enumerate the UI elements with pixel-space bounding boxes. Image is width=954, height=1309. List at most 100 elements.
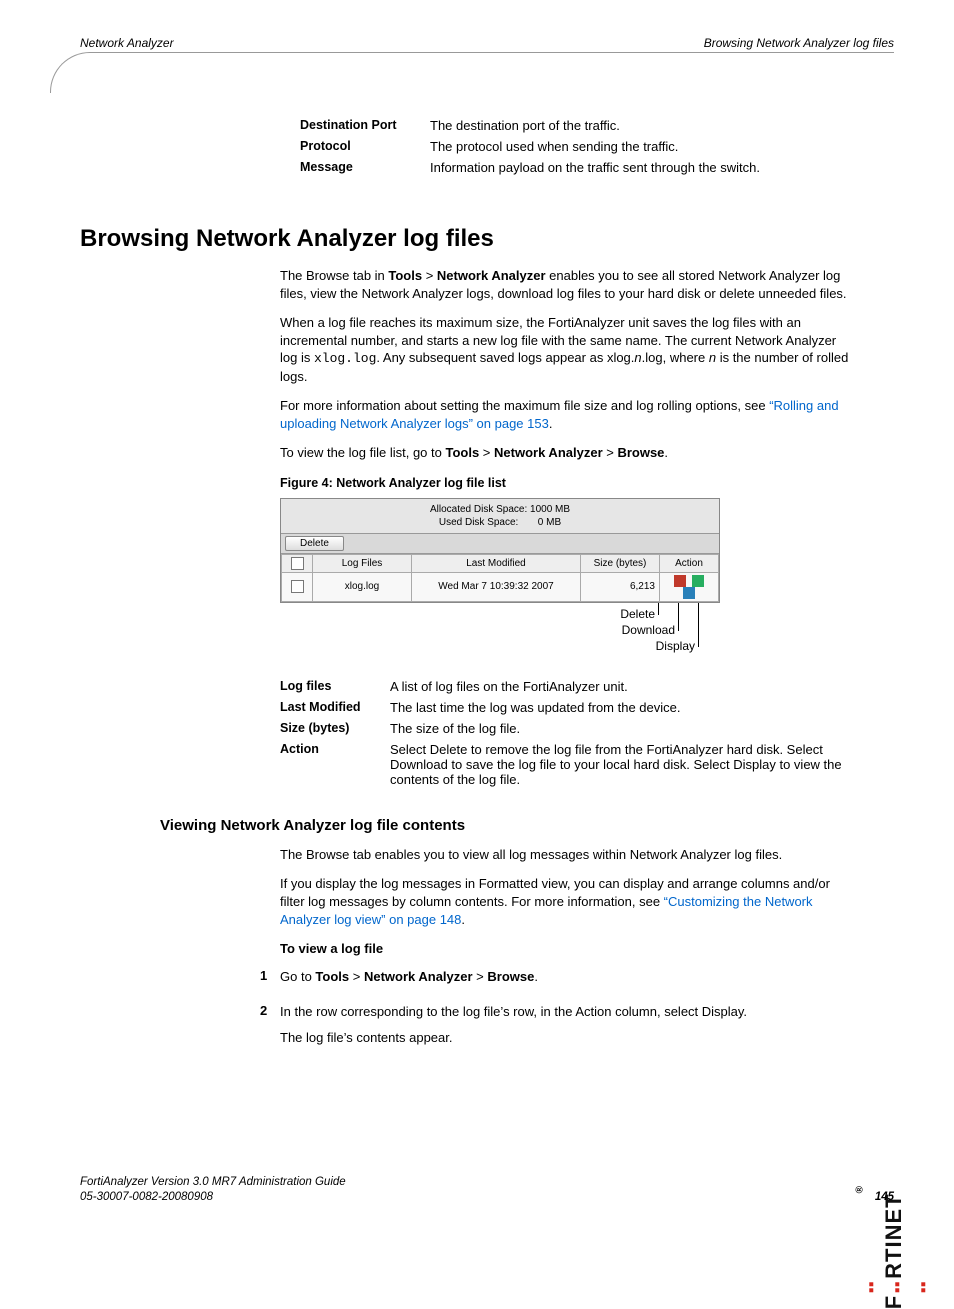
def-term: Size (bytes) xyxy=(280,721,390,736)
checkbox[interactable] xyxy=(291,580,304,593)
download-icon[interactable] xyxy=(692,575,704,587)
page-number: 145 xyxy=(875,1190,894,1205)
field-definitions-top: Destination Port The destination port of… xyxy=(300,118,854,175)
def-row: Protocol The protocol used when sending … xyxy=(300,139,854,154)
def-term: Destination Port xyxy=(300,118,430,133)
display-icon[interactable] xyxy=(683,587,695,599)
header-right: Browsing Network Analyzer log files xyxy=(704,36,894,50)
def-row: Log files A list of log files on the For… xyxy=(280,679,854,694)
cell-log-name: xlog.log xyxy=(313,572,412,601)
code-literal: xlog.log xyxy=(314,351,376,366)
step-body: Go to Tools > Network Analyzer > Browse. xyxy=(280,968,854,994)
text: . xyxy=(461,912,465,927)
def-term: Protocol xyxy=(300,139,430,154)
breadcrumb-part: Tools xyxy=(445,445,479,460)
text: > xyxy=(422,268,437,283)
procedure-heading: To view a log file xyxy=(280,940,854,958)
breadcrumb-part: Tools xyxy=(315,969,349,984)
breadcrumb-part: Browse xyxy=(487,969,534,984)
label: Used Disk Space: xyxy=(439,517,518,528)
cell-size: 6,213 xyxy=(581,572,660,601)
figure-toolbar: Delete xyxy=(281,533,719,554)
breadcrumb-part: Network Analyzer xyxy=(364,969,473,984)
def-desc: The last time the log was updated from t… xyxy=(390,700,854,715)
figure-callouts: Delete Download Display xyxy=(280,603,718,659)
breadcrumb-part: Network Analyzer xyxy=(437,268,546,283)
def-row: Message Information payload on the traff… xyxy=(300,160,854,175)
breadcrumb-part: Tools xyxy=(388,268,422,283)
step-body: In the row corresponding to the log file… xyxy=(280,1003,854,1054)
text: > xyxy=(479,445,494,460)
paragraph: For more information about setting the m… xyxy=(280,397,854,432)
figure-disk-space: Allocated Disk Space: 1000 MB Used Disk … xyxy=(281,499,719,533)
checkbox[interactable] xyxy=(291,557,304,570)
def-desc: The size of the log file. xyxy=(390,721,854,736)
col-size: Size (bytes) xyxy=(581,554,660,572)
def-row: Size (bytes) The size of the log file. xyxy=(280,721,854,736)
variable: n xyxy=(634,350,641,365)
header-rule xyxy=(90,52,894,53)
text: . xyxy=(549,416,553,431)
value: 0 MB xyxy=(538,517,561,528)
col-last-modified: Last Modified xyxy=(412,554,581,572)
callout-line xyxy=(658,603,659,615)
checkbox-header xyxy=(282,554,313,572)
def-term: Last Modified xyxy=(280,700,390,715)
callout-line xyxy=(698,603,699,647)
def-row: Last Modified The last time the log was … xyxy=(280,700,854,715)
subsection-heading: Viewing Network Analyzer log file conten… xyxy=(160,817,894,834)
text: > xyxy=(349,969,364,984)
procedure-steps: 1 Go to Tools > Network Analyzer > Brows… xyxy=(260,968,854,1055)
section-heading: Browsing Network Analyzer log files xyxy=(80,225,894,253)
step-number: 2 xyxy=(260,1003,280,1054)
callout-display: Display xyxy=(600,639,695,653)
def-row: Destination Port The destination port of… xyxy=(300,118,854,133)
paragraph: If you display the log messages in Forma… xyxy=(280,875,854,928)
step: 1 Go to Tools > Network Analyzer > Brows… xyxy=(260,968,854,994)
text: > xyxy=(603,445,618,460)
cell-last-modified: Wed Mar 7 10:39:32 2007 xyxy=(412,572,581,601)
def-desc: The destination port of the traffic. xyxy=(430,118,854,133)
callout-delete: Delete xyxy=(580,607,655,621)
paragraph: To view the log file list, go to Tools >… xyxy=(280,444,854,462)
page-footer: FortiAnalyzer Version 3.0 MR7 Administra… xyxy=(80,1175,894,1205)
cell-actions xyxy=(660,572,719,601)
text: To view the log file list, go to xyxy=(280,445,445,460)
col-action: Action xyxy=(660,554,719,572)
page-corner-decoration xyxy=(50,52,91,93)
label: Allocated Disk Space: xyxy=(430,504,527,515)
def-term: Log files xyxy=(280,679,390,694)
step: 2 In the row corresponding to the log fi… xyxy=(260,1003,854,1054)
text: The Browse tab in xyxy=(280,268,388,283)
def-desc: A list of log files on the FortiAnalyzer… xyxy=(390,679,854,694)
delete-button[interactable]: Delete xyxy=(285,536,344,551)
text: Go to xyxy=(280,969,315,984)
table-header-row: Log Files Last Modified Size (bytes) Act… xyxy=(282,554,719,572)
text: > xyxy=(473,969,488,984)
paragraph: The Browse tab enables you to view all l… xyxy=(280,846,854,864)
header-left: Network Analyzer xyxy=(80,36,174,50)
text: In the row corresponding to the log file… xyxy=(280,1003,854,1021)
def-desc: Information payload on the traffic sent … xyxy=(430,160,854,175)
text: For more information about setting the m… xyxy=(280,398,769,413)
table-row: xlog.log Wed Mar 7 10:39:32 2007 6,213 xyxy=(282,572,719,601)
col-log-files: Log Files xyxy=(313,554,412,572)
footer-title: FortiAnalyzer Version 3.0 MR7 Administra… xyxy=(80,1176,346,1188)
def-term: Action xyxy=(280,742,390,787)
figure-table: Log Files Last Modified Size (bytes) Act… xyxy=(281,554,719,602)
callout-download: Download xyxy=(580,623,675,637)
column-definitions: Log files A list of log files on the For… xyxy=(280,679,854,787)
paragraph: When a log file reaches its maximum size… xyxy=(280,314,854,385)
row-checkbox-cell xyxy=(282,572,313,601)
value: 1000 MB xyxy=(530,504,570,515)
def-row: Action Select Delete to remove the log f… xyxy=(280,742,854,787)
text: The log file’s contents appear. xyxy=(280,1029,854,1047)
callout-line xyxy=(678,603,679,631)
breadcrumb-part: Network Analyzer xyxy=(494,445,603,460)
figure-log-file-list: Allocated Disk Space: 1000 MB Used Disk … xyxy=(280,498,720,603)
def-desc: Select Delete to remove the log file fro… xyxy=(390,742,854,787)
def-term: Message xyxy=(300,160,430,175)
variable: n xyxy=(709,350,716,365)
footer-docid: 05-30007-0082-20080908 xyxy=(80,1191,213,1203)
delete-icon[interactable] xyxy=(674,575,686,587)
